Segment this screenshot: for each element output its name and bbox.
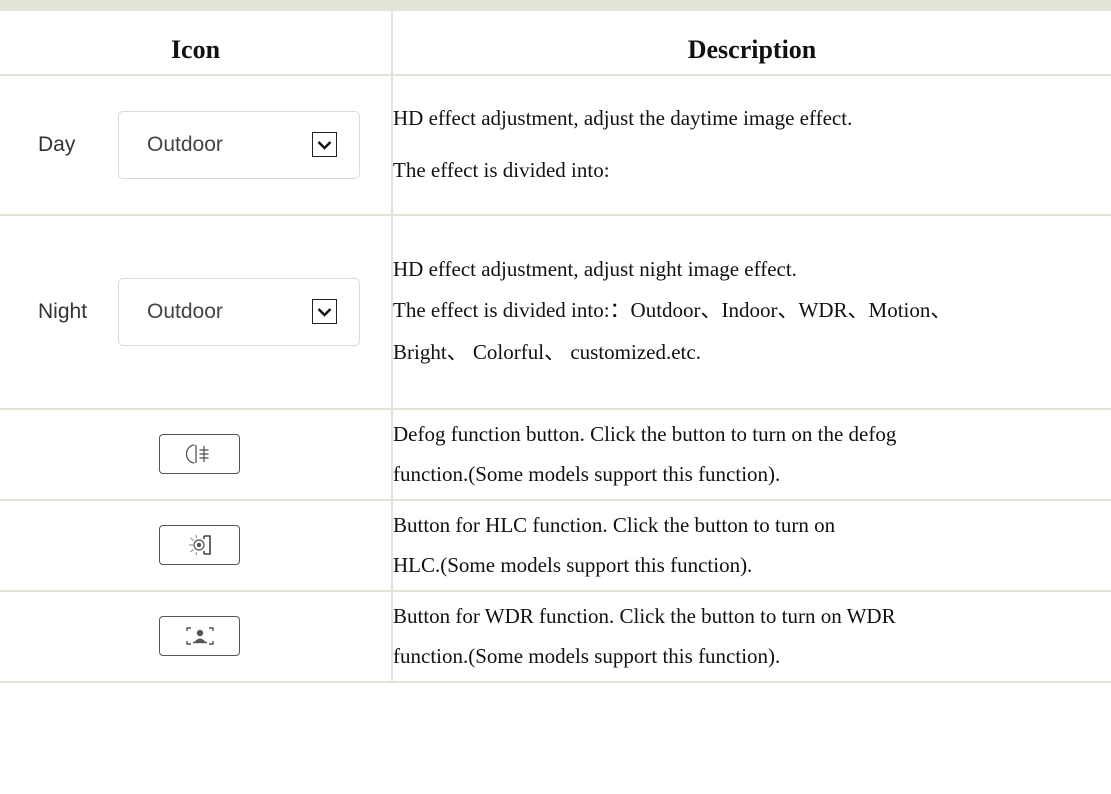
defog-desc-line-1: Defog function button. Click the button … — [393, 421, 897, 446]
defog-desc-line-2: function.(Some models support this funct… — [393, 461, 781, 486]
table-row-wdr: Button for WDR function. Click the butto… — [0, 589, 1111, 683]
night-icon-cell: Night Outdoor — [0, 213, 393, 410]
night-desc-line-1: HD effect adjustment, adjust night image… — [393, 257, 797, 281]
defog-button[interactable] — [159, 434, 240, 474]
wdr-button[interactable] — [159, 616, 240, 656]
icon-column-header: Icon — [0, 0, 393, 76]
defog-icon — [185, 444, 208, 464]
table-row-hlc: Button for HLC function. Click the butto… — [0, 498, 1111, 592]
chevron-down-icon[interactable] — [312, 299, 337, 324]
night-description-cell: HD effect adjustment, adjust night image… — [391, 213, 1111, 410]
table-header-row: Icon Description — [0, 0, 1111, 76]
night-mode-select[interactable]: Outdoor — [118, 277, 360, 346]
wdr-description-cell: Button for WDR function. Click the butto… — [391, 589, 1111, 683]
description-column-header: Description — [391, 0, 1111, 76]
table-row-defog: Defog function button. Click the button … — [0, 407, 1111, 501]
hlc-description-cell: Button for HLC function. Click the butto… — [391, 498, 1111, 592]
defog-description-cell: Defog function button. Click the button … — [391, 407, 1111, 501]
icon-description-table: Icon Description Day Outdoor HD effect a… — [0, 0, 1111, 683]
night-mode-value: Outdoor — [147, 299, 223, 323]
hlc-icon — [188, 534, 211, 556]
table-row-day: Day Outdoor HD effect adjustment, adjust… — [0, 73, 1111, 216]
day-desc-line-1: HD effect adjustment, adjust the daytime… — [393, 106, 853, 130]
night-desc-line-2: The effect is divided into:：Outdoor、Indo… — [393, 298, 952, 322]
day-label: Day — [38, 132, 76, 156]
hlc-desc-line-1: Button for HLC function. Click the butto… — [393, 512, 836, 537]
day-mode-select[interactable]: Outdoor — [118, 110, 360, 179]
day-description-cell: HD effect adjustment, adjust the daytime… — [391, 73, 1111, 216]
chevron-down-icon[interactable] — [312, 132, 337, 157]
day-desc-line-2: The effect is divided into: — [393, 158, 610, 182]
wdr-icon — [185, 627, 214, 645]
hlc-desc-line-2: HLC.(Some models support this function). — [393, 552, 753, 577]
hlc-button[interactable] — [159, 525, 240, 565]
defog-icon-cell — [0, 407, 393, 501]
wdr-icon-cell — [0, 589, 393, 683]
night-label: Night — [38, 299, 88, 323]
wdr-desc-line-1: Button for WDR function. Click the butto… — [393, 603, 896, 628]
hlc-icon-cell — [0, 498, 393, 592]
day-mode-value: Outdoor — [147, 132, 223, 156]
day-icon-cell: Day Outdoor — [0, 73, 393, 216]
night-desc-line-3: Bright、 Colorful、 customized.etc. — [393, 340, 701, 364]
wdr-desc-line-2: function.(Some models support this funct… — [393, 643, 781, 668]
table-row-night: Night Outdoor HD effect adjustment, adju… — [0, 213, 1111, 410]
